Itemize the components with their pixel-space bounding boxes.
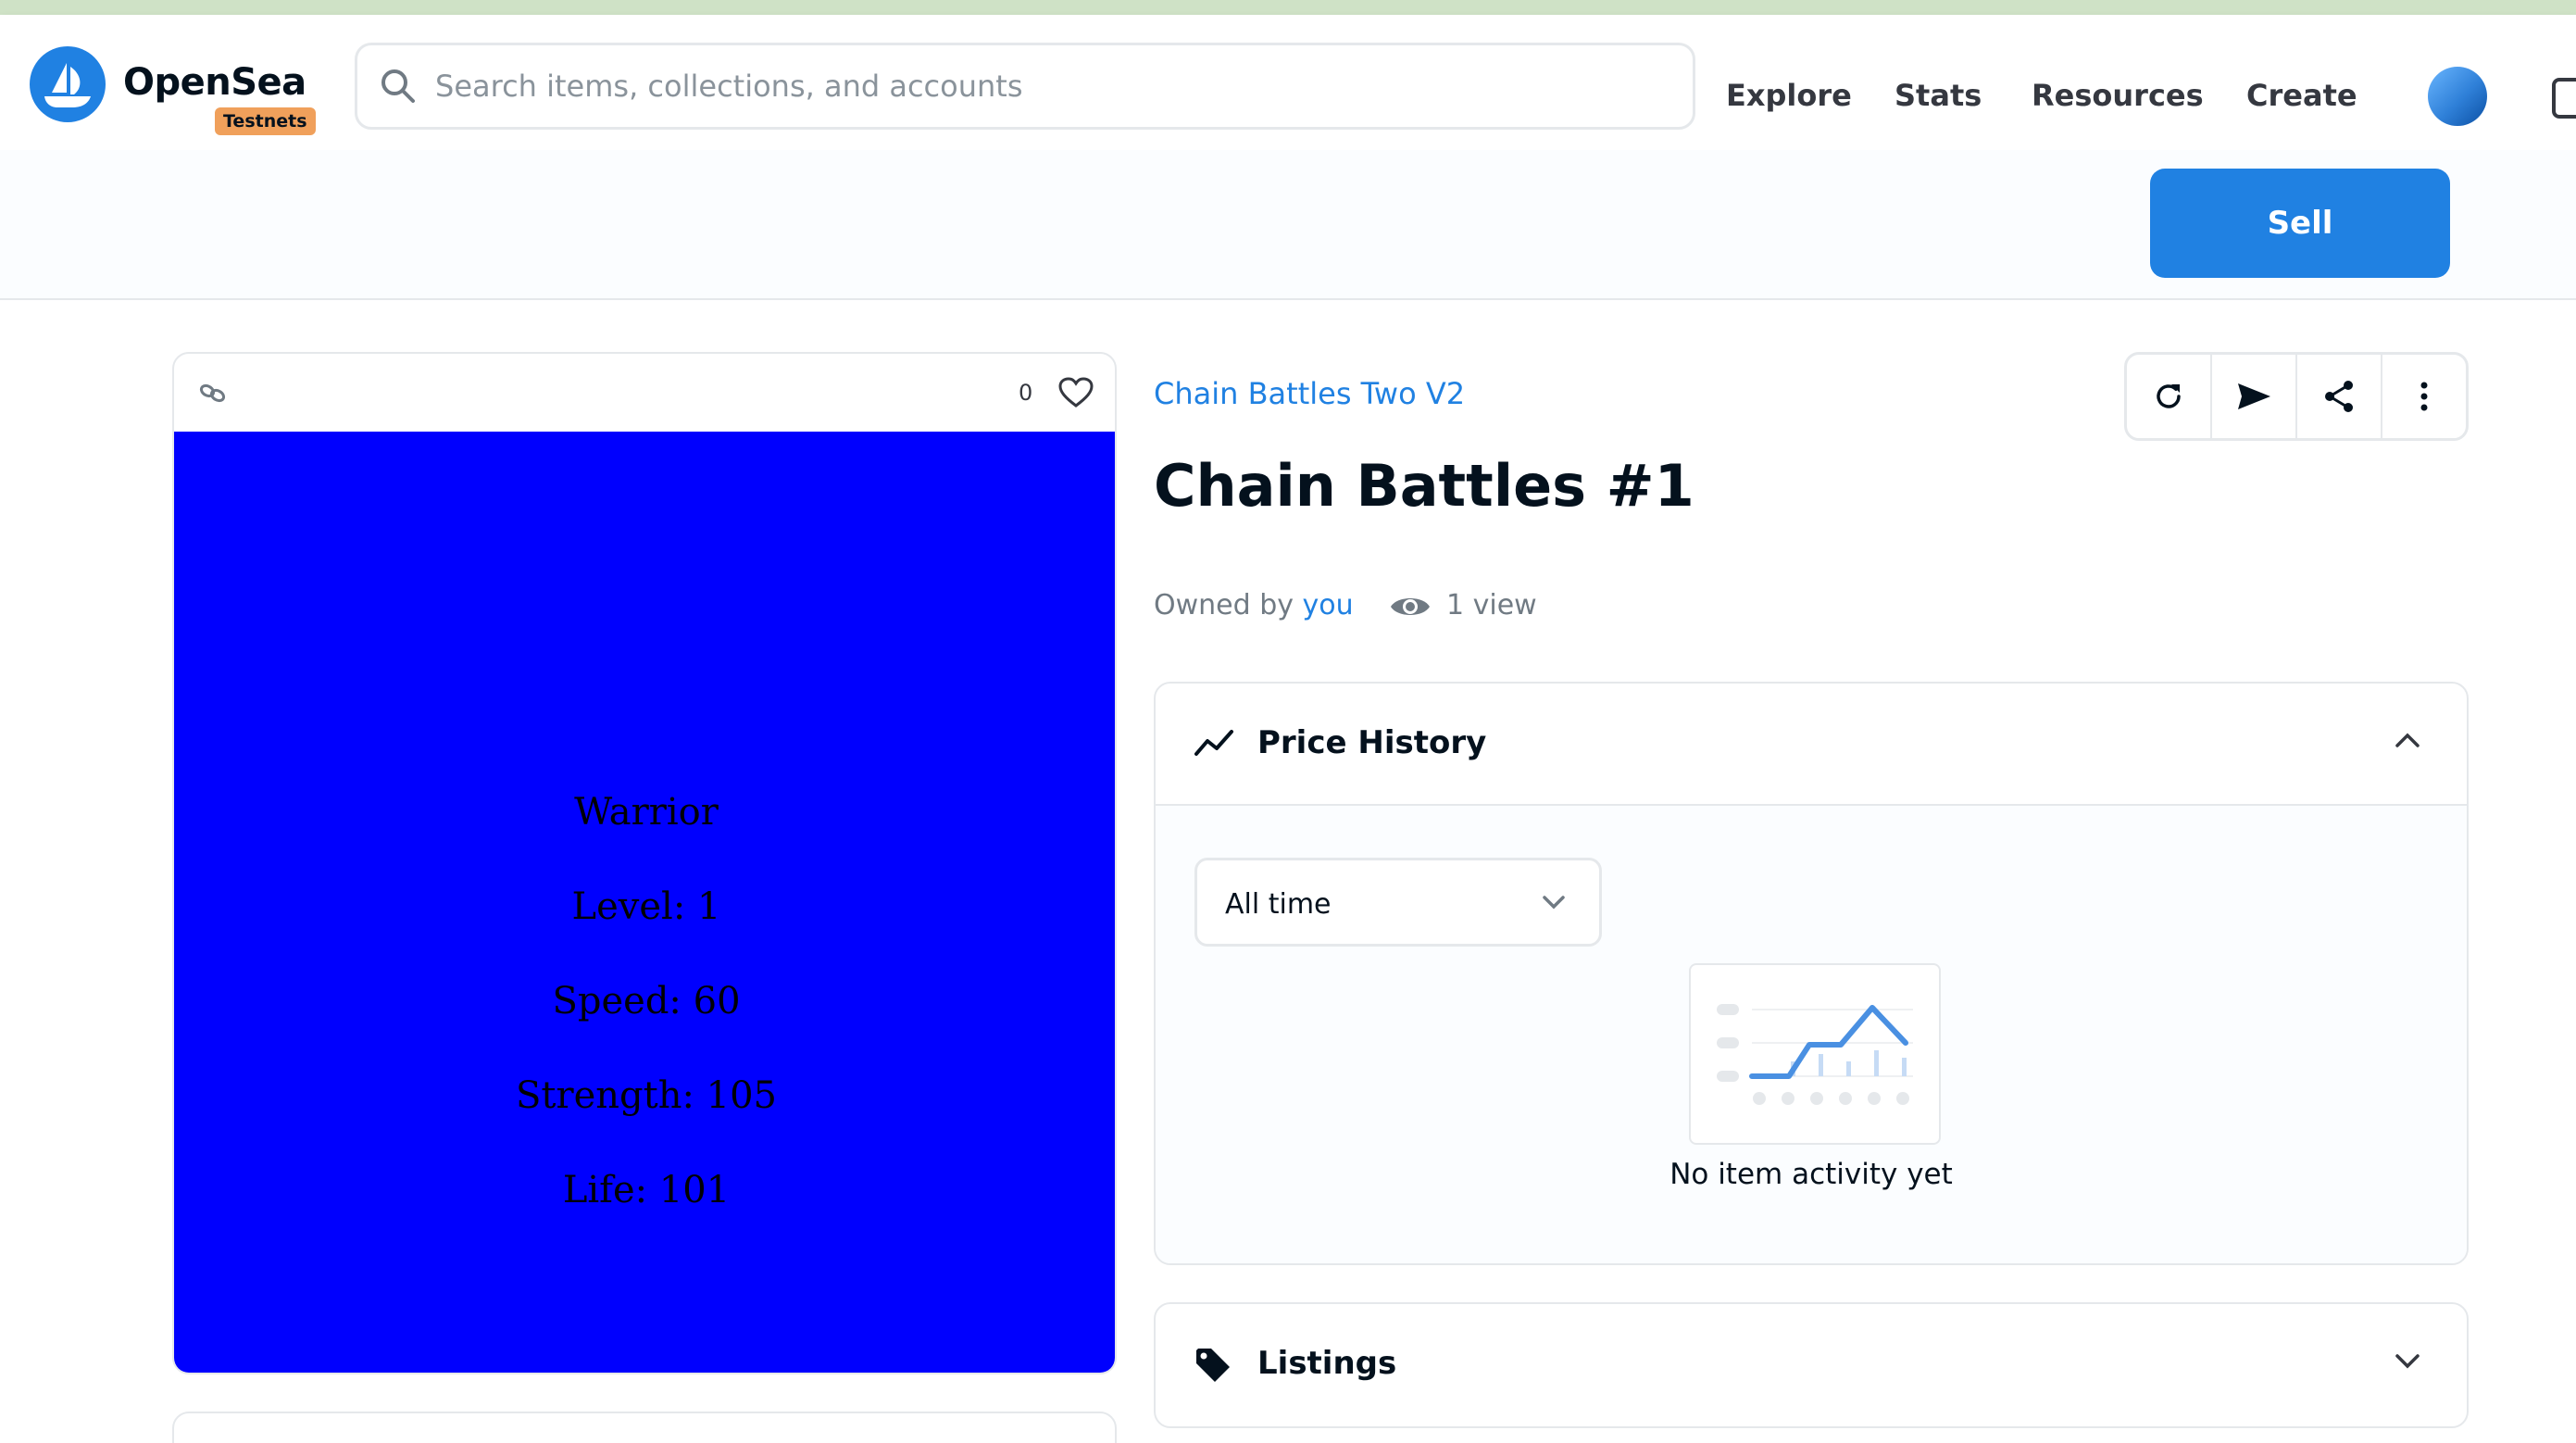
listings-panel: Listings	[1154, 1302, 2469, 1428]
search-icon	[381, 69, 415, 103]
nft-life-text: Life: 101	[562, 1169, 731, 1211]
media-header: 0	[174, 354, 1115, 432]
owner-link[interactable]: you	[1303, 589, 1354, 621]
search-box[interactable]	[355, 43, 1695, 130]
nft-strength-text: Strength: 105	[515, 1074, 777, 1117]
nav-stats[interactable]: Stats	[1894, 78, 1982, 113]
item-title: Chain Battles #1	[1154, 452, 1694, 520]
nft-level-text: Level: 1	[571, 885, 721, 928]
share-button[interactable]	[2297, 355, 2382, 438]
item-details-card	[172, 1412, 1117, 1443]
nav-create[interactable]: Create	[2246, 78, 2357, 113]
empty-chart-illustration	[1689, 963, 1941, 1145]
nft-speed-text: Speed: 60	[552, 980, 741, 1023]
tag-icon	[1196, 1349, 1230, 1382]
listings-header[interactable]: Listings	[1156, 1304, 2467, 1424]
eye-icon	[1391, 598, 1430, 615]
refresh-button[interactable]	[2127, 355, 2212, 438]
price-history-panel: Price History All time No item activity …	[1154, 682, 2469, 1265]
time-range-value: All time	[1225, 888, 1332, 921]
sell-button[interactable]: Sell	[2150, 169, 2450, 278]
brand-name[interactable]: OpenSea	[123, 61, 306, 104]
search-input[interactable]	[435, 58, 1667, 114]
view-count: 1 view	[1446, 589, 1537, 621]
nft-class-text: Warrior	[574, 791, 719, 834]
refresh-icon	[2157, 384, 2181, 408]
collection-link[interactable]: Chain Battles Two V2	[1154, 376, 1465, 411]
chevron-down-icon	[1543, 896, 1565, 910]
heart-icon[interactable]	[1057, 376, 1094, 409]
more-options-button[interactable]	[2382, 355, 2466, 438]
item-actions-group	[2124, 352, 2469, 441]
chain-link-icon[interactable]	[198, 382, 228, 404]
no-activity-message: No item activity yet	[1669, 1158, 1953, 1191]
chevron-down-icon[interactable]	[2395, 1352, 2420, 1369]
profile-avatar[interactable]	[2428, 67, 2487, 126]
nav-resources[interactable]: Resources	[2032, 78, 2204, 113]
favorites-count: 0	[1019, 380, 1033, 406]
price-history-header[interactable]: Price History	[1156, 684, 2467, 804]
send-icon	[2238, 383, 2270, 409]
testnets-badge: Testnets	[215, 107, 316, 135]
time-range-select[interactable]: All time	[1194, 858, 1602, 947]
nav-explore[interactable]: Explore	[1726, 78, 1852, 113]
price-history-body: All time No item activity yet	[1156, 804, 2467, 1263]
wallet-icon[interactable]	[2552, 78, 2576, 119]
item-media-card: 0 Warrior Level: 1 Speed: 60 Strength: 1…	[172, 352, 1117, 1374]
price-history-title: Price History	[1257, 724, 1487, 761]
owner-line: Owned by you	[1154, 589, 1354, 621]
chevron-up-icon[interactable]	[2395, 732, 2420, 748]
trend-icon	[1194, 730, 1233, 756]
browser-top-strip	[0, 0, 2576, 15]
share-icon	[2325, 381, 2353, 412]
nft-image[interactable]: Warrior Level: 1 Speed: 60 Strength: 105…	[174, 432, 1115, 1373]
item-action-bar: Sell	[0, 150, 2576, 300]
top-navbar: OpenSea Testnets Explore Stats Resources…	[0, 15, 2576, 150]
owned-by-label: Owned by	[1154, 589, 1294, 621]
opensea-logo-icon[interactable]	[30, 46, 106, 122]
more-icon	[2420, 382, 2428, 411]
listings-title: Listings	[1257, 1345, 1397, 1382]
transfer-button[interactable]	[2212, 355, 2297, 438]
